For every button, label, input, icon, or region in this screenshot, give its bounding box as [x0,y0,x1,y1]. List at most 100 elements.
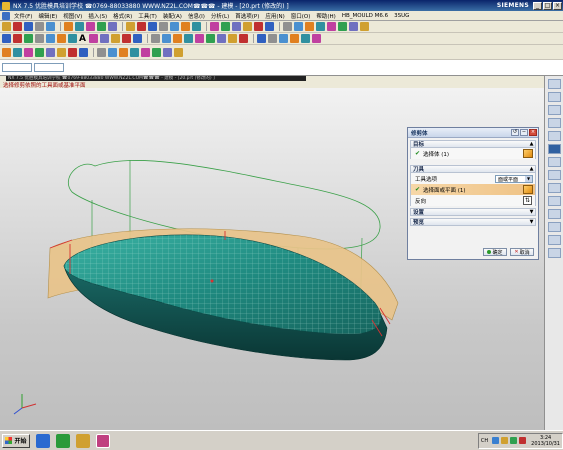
pocket-icon[interactable] [181,22,190,31]
pattern-face-icon[interactable] [79,47,88,57]
text-tool-icon[interactable]: A [79,34,86,44]
zoom-icon[interactable] [75,22,84,31]
emboss-icon[interactable] [163,47,172,57]
move-face-icon[interactable] [13,47,22,57]
cancel-button[interactable]: ✕ 取消 [510,248,534,256]
menu-application[interactable]: 应用(N) [262,12,287,20]
settings-section-header[interactable]: 设置 ▼ [410,208,536,216]
process-studio-icon[interactable] [547,144,561,154]
ruled-icon[interactable] [150,34,160,43]
roles-icon[interactable] [547,157,561,167]
swept-icon[interactable] [183,34,193,43]
palette-icon[interactable] [547,183,561,193]
cut-icon[interactable] [35,22,44,31]
line-icon[interactable] [13,34,22,43]
subtract-icon[interactable] [221,22,230,31]
resource-extra-icon[interactable] [547,248,561,258]
delete-face-icon[interactable] [35,47,44,57]
offset-region-icon[interactable] [68,47,77,57]
select-face-cube-icon[interactable] [523,185,533,194]
snap-icon[interactable] [2,34,11,43]
render-icon[interactable] [108,22,117,31]
mesh-icon[interactable] [172,34,182,43]
sketch-icon[interactable] [126,22,135,31]
mirror-icon[interactable] [130,47,139,57]
explorer-taskbar-icon[interactable] [76,433,90,448]
chamfer-icon[interactable] [254,22,263,31]
pull-face-icon[interactable] [46,47,55,57]
volume-icon[interactable] [501,437,509,444]
replace-face-icon[interactable] [24,47,33,57]
browser-taskbar-icon[interactable] [56,433,70,448]
manufacturing-wizard-icon[interactable] [547,196,561,206]
language-indicator[interactable]: CH [481,438,488,444]
view-iso-icon[interactable] [278,34,288,43]
hole-icon[interactable] [159,22,168,31]
security-icon[interactable] [510,437,518,444]
system-materials-icon[interactable] [547,131,561,141]
menu-hb-mould[interactable]: HB_MOULD M6.6 [339,13,391,19]
history-manager-icon[interactable] [547,222,561,232]
offset-curve-icon[interactable] [68,34,77,43]
update-icon[interactable] [519,437,527,444]
menu-edit[interactable]: 编辑(E) [35,12,60,20]
intersect-icon[interactable] [232,22,241,31]
copy-icon[interactable] [46,22,55,31]
arc-icon[interactable] [24,34,33,43]
maximize-button[interactable]: □ [543,1,552,10]
view-front-icon[interactable] [256,34,266,43]
menu-view[interactable]: 视图(V) [60,12,85,20]
reuse-library-icon[interactable] [547,105,561,115]
wireframe-icon[interactable] [300,34,310,43]
sew-icon[interactable] [205,34,215,43]
tool-section-header[interactable]: 刀具 ▲ [410,165,536,173]
menu-analysis[interactable]: 分析(L) [208,12,232,20]
pad-icon[interactable] [192,22,201,31]
draft-icon[interactable] [97,47,106,57]
preview-section-header[interactable]: 预览 ▼ [410,218,536,226]
csys-icon[interactable] [327,22,336,31]
menu-window[interactable]: 窗口(O) [288,12,314,20]
menu-3sug[interactable]: 3SUG [391,13,412,19]
point-icon[interactable] [316,22,325,31]
minimize-button[interactable]: _ [533,1,542,10]
hd3d-tools-icon[interactable] [547,209,561,219]
menu-information[interactable]: 信息(I) [185,12,208,20]
type-filter-dropdown[interactable] [2,63,32,72]
menu-help[interactable]: 帮助(H) [313,12,338,20]
shell-icon[interactable] [265,22,274,31]
undo-icon[interactable] [13,22,22,31]
offset-face-icon[interactable] [238,34,248,43]
menu-insert[interactable]: 插入(S) [85,12,110,20]
dialog-collapse-icon[interactable]: − [520,129,528,136]
dialog-titlebar[interactable]: 修剪体 ↺ − × [408,128,538,138]
section-icon[interactable] [311,34,321,43]
show-hide-icon[interactable] [360,22,369,31]
reverse-direction-icon[interactable]: ⇅ [523,196,532,205]
select-body-row[interactable]: ✔ 选择体 (1) [410,148,536,159]
trim-curve-icon[interactable] [88,34,98,43]
menu-assemblies[interactable]: 装配(A) [160,12,185,20]
blend-icon[interactable] [243,22,252,31]
boss-icon[interactable] [170,22,179,31]
select-body-cube-icon[interactable] [523,149,533,158]
web-browser-icon[interactable] [547,170,561,180]
shaded-icon[interactable] [289,34,299,43]
dropdown-arrow-icon[interactable]: ▼ [525,175,532,182]
fit-icon[interactable] [64,22,73,31]
bridge-icon[interactable] [121,34,131,43]
pan-icon[interactable] [97,22,106,31]
target-section-header[interactable]: 目标 ▲ [410,140,536,148]
n-sided-icon[interactable] [194,34,204,43]
menu-format[interactable]: 格式(R) [110,12,135,20]
view-top-icon[interactable] [267,34,277,43]
extend-icon[interactable] [99,34,109,43]
measure-icon[interactable] [338,22,347,31]
resize-blend-icon[interactable] [57,47,66,57]
extrude-icon[interactable] [137,22,146,31]
plane-icon[interactable] [294,22,303,31]
dialog-close-icon[interactable]: × [529,129,537,136]
close-button[interactable]: × [553,1,562,10]
thicken-icon[interactable] [227,34,237,43]
redo-icon[interactable] [24,22,33,31]
